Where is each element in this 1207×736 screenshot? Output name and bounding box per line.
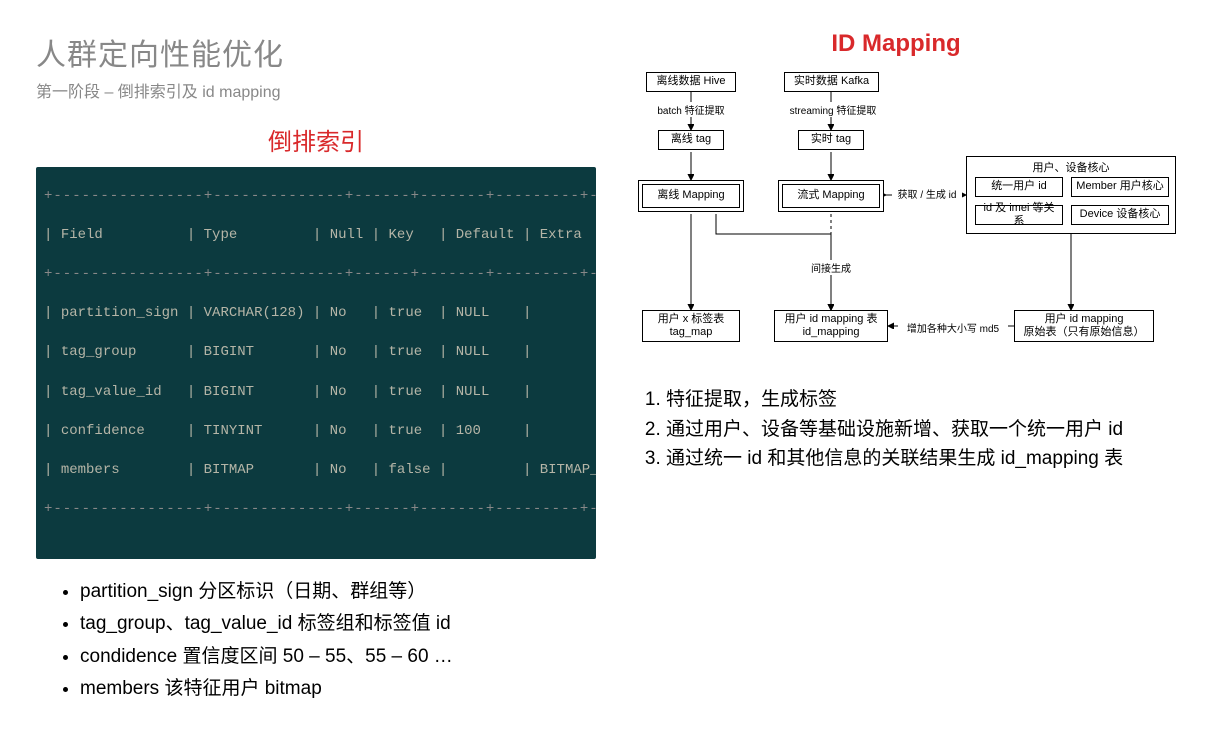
cell: VARCHAR(128)	[204, 305, 305, 321]
step-item: 通过统一 id 和其他信息的关联结果生成 id_mapping 表	[666, 445, 1176, 473]
col-type: Type	[204, 227, 238, 243]
cell: NULL	[456, 344, 490, 360]
cell: true	[389, 423, 423, 439]
node-device-core: Device 设备核心	[1071, 205, 1169, 225]
col-key: Key	[389, 227, 414, 243]
node-unified-id: 统一用户 id	[975, 177, 1063, 197]
node-id-mapping-table: 用户 id mapping 表 id_mapping	[774, 310, 888, 342]
cell: true	[389, 344, 423, 360]
cell: No	[330, 423, 347, 439]
left-bullets: partition_sign 分区标识（日期、群组等） tag_group、ta…	[36, 577, 596, 705]
cell: BIGINT	[204, 384, 254, 400]
cell: NULL	[456, 305, 490, 321]
label-batch: batch 特征提取	[656, 102, 726, 117]
node-member-core: Member 用户核心	[1071, 177, 1169, 197]
node-id-imei: id 及 imei 等关系	[975, 205, 1063, 225]
node-origin-mapping: 用户 id mapping 原始表（只有原始信息）	[1014, 310, 1154, 342]
left-column: 人群定向性能优化 第一阶段 – 倒排索引及 id mapping 倒排索引 +-…	[36, 30, 596, 706]
cell: TINYINT	[204, 423, 263, 439]
right-column: ID Mapping	[616, 30, 1176, 706]
bullet-item: members 该特征用户 bitmap	[80, 674, 596, 704]
left-heading: 倒排索引	[36, 122, 596, 157]
cell: BITMAP_UNION	[540, 462, 596, 478]
cell: false	[389, 462, 431, 478]
cell: members	[61, 462, 120, 478]
right-steps: 特征提取，生成标签 通过用户、设备等基础设施新增、获取一个统一用户 id 通过统…	[616, 386, 1176, 473]
cell: partition_sign	[61, 305, 179, 321]
group-title: 用户、设备核心	[967, 159, 1175, 175]
cell: No	[330, 344, 347, 360]
label-stream: streaming 特征提取	[788, 102, 878, 117]
cell: No	[330, 462, 347, 478]
cell: tag_value_id	[61, 384, 162, 400]
col-field: Field	[61, 227, 103, 243]
node-offline-mapping: 离线 Mapping	[638, 180, 744, 212]
page-title: 人群定向性能优化	[36, 30, 596, 74]
cell: tag_group	[61, 344, 137, 360]
page-subtitle: 第一阶段 – 倒排索引及 id mapping	[36, 78, 596, 102]
node-tag-map: 用户 x 标签表 tag_map	[642, 310, 740, 342]
step-item: 特征提取，生成标签	[666, 386, 1176, 414]
cell: confidence	[61, 423, 145, 439]
cell: No	[330, 305, 347, 321]
node-stream-mapping: 流式 Mapping	[778, 180, 884, 212]
node-group: 用户、设备核心 统一用户 id Member 用户核心 id 及 imei 等关…	[966, 156, 1176, 234]
cell: 100	[456, 423, 481, 439]
schema-table: +----------------+--------------+------+…	[36, 167, 596, 559]
col-default: Default	[456, 227, 515, 243]
node-realtime-tag: 实时 tag	[798, 130, 864, 150]
right-heading: ID Mapping	[616, 30, 1176, 58]
id-mapping-diagram: 离线数据 Hive 实时数据 Kafka batch 特征提取 streamin…	[616, 64, 1176, 374]
bullet-item: partition_sign 分区标识（日期、群组等）	[80, 577, 596, 607]
cell: NULL	[456, 384, 490, 400]
bullet-item: tag_group、tag_value_id 标签组和标签值 id	[80, 609, 596, 639]
label-md5: 增加各种大小写 md5	[898, 320, 1008, 335]
cell: true	[389, 384, 423, 400]
node-hive: 离线数据 Hive	[646, 72, 736, 92]
slide: 人群定向性能优化 第一阶段 – 倒排索引及 id mapping 倒排索引 +-…	[0, 0, 1207, 736]
col-extra: Extra	[540, 227, 582, 243]
label-indirect: 间接生成	[806, 260, 856, 275]
cell: BIGINT	[204, 344, 254, 360]
col-null: Null	[330, 227, 364, 243]
node-offline-tag: 离线 tag	[658, 130, 724, 150]
label-fetch-gen: 获取 / 生成 id	[892, 186, 962, 201]
bullet-item: condidence 置信度区间 50 – 55、55 – 60 …	[80, 642, 596, 672]
cell: No	[330, 384, 347, 400]
cell: true	[389, 305, 423, 321]
step-item: 通过用户、设备等基础设施新增、获取一个统一用户 id	[666, 416, 1176, 444]
node-kafka: 实时数据 Kafka	[784, 72, 879, 92]
cell: BITMAP	[204, 462, 254, 478]
